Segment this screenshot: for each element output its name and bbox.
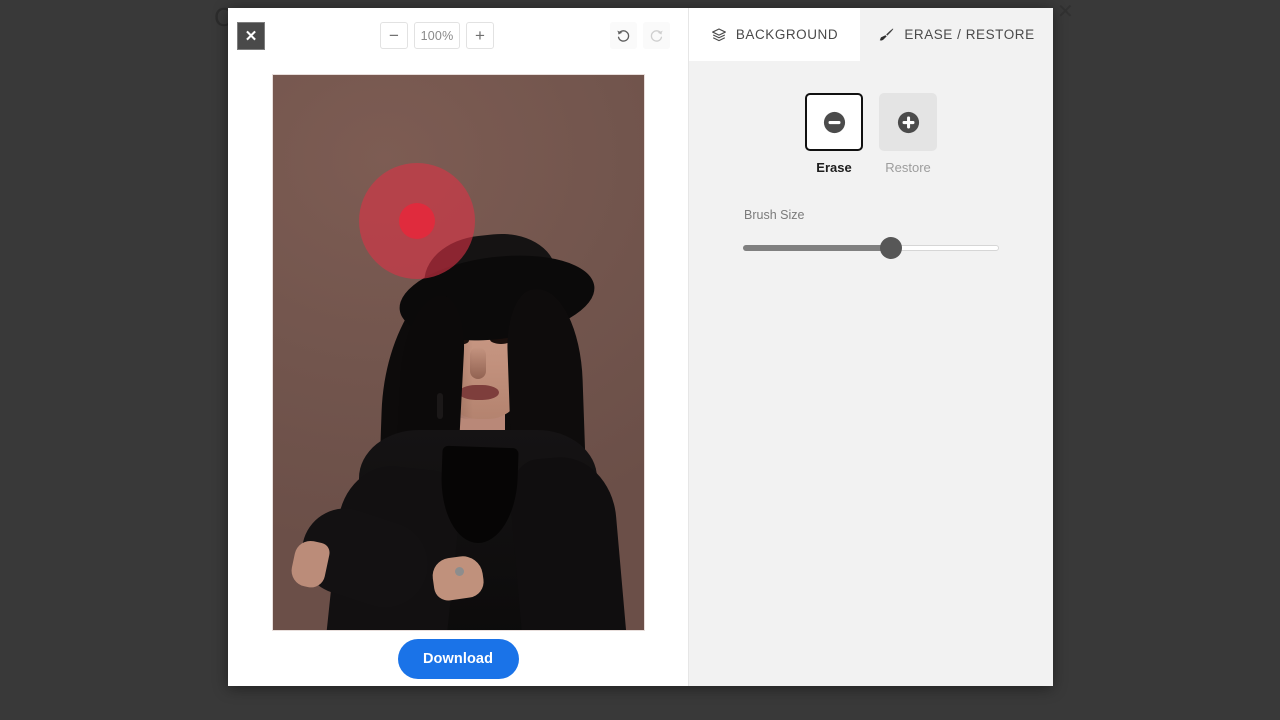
- zoom-controls: − 100% +: [380, 22, 494, 49]
- erase-tool-box: [805, 93, 863, 151]
- plus-circle-icon: [897, 111, 919, 133]
- tab-erase-restore[interactable]: ERASE / RESTORE: [860, 8, 1053, 61]
- erase-tool-button[interactable]: Erase: [805, 93, 863, 175]
- image-canvas[interactable]: [273, 75, 644, 630]
- brush-size-block: Brush Size: [689, 208, 1053, 259]
- restore-tool-button[interactable]: Restore: [879, 93, 937, 175]
- photo-ring: [455, 567, 464, 576]
- tab-background-label: BACKGROUND: [735, 27, 839, 42]
- redo-button[interactable]: [643, 22, 670, 49]
- app-root: C ✕ ✕ − 100% + Download BACKGROUND ERASE…: [0, 0, 1280, 720]
- restore-tool-box: [879, 93, 937, 151]
- undo-button[interactable]: [610, 22, 637, 49]
- panel-body: Erase Restore Brush Size: [689, 93, 1053, 259]
- minus-circle-icon: [823, 111, 845, 133]
- plus-icon: +: [475, 26, 485, 45]
- erase-tool-label: Erase: [816, 160, 852, 175]
- photo-nose: [470, 347, 486, 379]
- panel-tabs: BACKGROUND ERASE / RESTORE: [689, 8, 1053, 61]
- restore-tool-label: Restore: [885, 160, 931, 175]
- close-button[interactable]: ✕: [237, 22, 265, 50]
- download-button[interactable]: Download: [397, 639, 519, 679]
- close-icon: ✕: [244, 27, 258, 45]
- editor-toolbar: ✕ − 100% +: [228, 8, 688, 61]
- zoom-in-button[interactable]: +: [466, 22, 494, 49]
- editor-modal: ✕ − 100% + Download BACKGROUND ERASE / R…: [228, 8, 1053, 686]
- brush-size-label: Brush Size: [744, 208, 805, 222]
- tab-erase-restore-label: ERASE / RESTORE: [904, 27, 1035, 42]
- zoom-out-button[interactable]: −: [380, 22, 408, 49]
- brush-size-slider[interactable]: [743, 237, 999, 259]
- download-row: Download: [228, 631, 688, 686]
- redo-icon: [650, 30, 663, 42]
- tab-background[interactable]: BACKGROUND: [689, 8, 860, 61]
- minus-icon: −: [389, 26, 399, 45]
- backdrop-right-glyph: ✕: [1057, 1, 1074, 23]
- tool-row: Erase Restore: [689, 93, 1053, 175]
- brush-icon: [878, 26, 895, 43]
- photo-earring: [437, 393, 443, 419]
- slider-thumb[interactable]: [880, 237, 903, 259]
- zoom-level-value: 100%: [414, 22, 460, 49]
- editor-pane: ✕ − 100% + Download: [228, 8, 688, 686]
- layers-icon: [711, 27, 727, 43]
- photo-lips: [459, 385, 499, 400]
- canvas-stage[interactable]: [228, 61, 688, 631]
- undo-icon: [617, 30, 630, 42]
- slider-fill: [743, 245, 892, 251]
- side-panel: BACKGROUND ERASE / RESTORE Erase Restore…: [688, 8, 1053, 686]
- history-controls: [610, 22, 670, 49]
